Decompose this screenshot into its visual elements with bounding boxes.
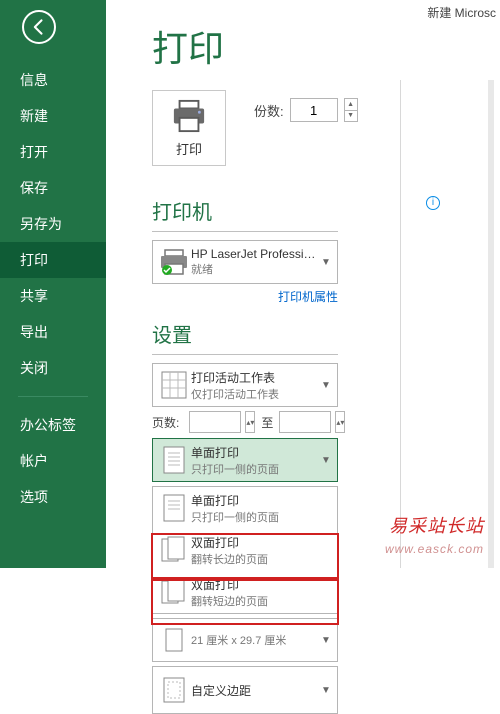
preview-divider (400, 80, 401, 568)
sidebar-item-new[interactable]: 新建 (0, 98, 106, 134)
divider (152, 231, 338, 232)
duplex-dropdown[interactable]: 单面打印 只打印一侧的页面 ▼ (152, 438, 338, 482)
paper-size-dropdown[interactable]: 21 厘米 x 29.7 厘米 ▼ (152, 618, 338, 662)
pages-row: 页数: ▴▾ 至 ▴▾ (152, 411, 500, 433)
chevron-down-icon: ▼ (321, 380, 333, 391)
main-panel: 打印 打印 份数: ▲ ▼ i 打印机 (106, 0, 500, 714)
sidebar-item-close[interactable]: 关闭 (0, 350, 106, 386)
printer-section-title: 打印机 (152, 196, 500, 225)
chevron-down-icon: ▼ (321, 635, 333, 646)
divider (152, 354, 338, 355)
paper-size-text: 21 厘米 x 29.7 厘米 (191, 632, 321, 648)
sidebar-item-open[interactable]: 打开 (0, 134, 106, 170)
printer-properties-link[interactable]: 打印机属性 (152, 288, 338, 305)
spinner-up-icon[interactable]: ▲ (345, 99, 357, 111)
print-button[interactable]: 打印 (152, 90, 226, 166)
duplex-option-single[interactable]: 单面打印 只打印一侧的页面 (153, 487, 337, 529)
document-name: 新建 Microsc (427, 4, 496, 21)
option-title: 双面打印 (191, 576, 333, 593)
duplex-option-list: 单面打印 只打印一侧的页面 双面打印 翻转长边的页面 双面打印 翻转短边的页面 (152, 486, 338, 614)
worksheet-icon (157, 368, 191, 402)
page-title: 打印 (152, 20, 500, 72)
sidebar-item-save[interactable]: 保存 (0, 170, 106, 206)
chevron-down-icon: ▼ (321, 455, 333, 466)
duplex-option-short[interactable]: 双面打印 翻转短边的页面 (153, 571, 337, 613)
settings-section-title: 设置 (152, 319, 500, 348)
copies-spinner[interactable]: ▲ ▼ (344, 98, 358, 122)
sidebar-item-export[interactable]: 导出 (0, 314, 106, 350)
print-what-sub: 仅打印活动工作表 (191, 386, 321, 402)
back-arrow-icon (29, 17, 49, 37)
spinner-icon[interactable]: ▴▾ (335, 411, 345, 433)
sidebar-item-info[interactable]: 信息 (0, 62, 106, 98)
copies-label: 份数: (254, 101, 284, 120)
sidebar-item-print[interactable]: 打印 (0, 242, 106, 278)
info-icon[interactable]: i (426, 196, 440, 210)
sidebar-item-tag[interactable]: 办公标签 (0, 407, 106, 443)
margins-dropdown[interactable]: 自定义边距 ▼ (152, 666, 338, 714)
page-duplex-short-icon (157, 575, 191, 609)
copies-row: 份数: ▲ ▼ (254, 98, 358, 122)
paper-icon (157, 623, 191, 657)
spinner-down-icon[interactable]: ▼ (345, 111, 357, 122)
sidebar-item-share[interactable]: 共享 (0, 278, 106, 314)
printer-dropdown[interactable]: HP LaserJet Profession... 就绪 ▼ (152, 240, 338, 284)
page-to-input[interactable] (279, 411, 331, 433)
print-what-dropdown[interactable]: 打印活动工作表 仅打印活动工作表 ▼ (152, 363, 338, 407)
to-label: 至 (259, 414, 275, 431)
printer-icon (170, 99, 208, 133)
page-single-icon (157, 443, 191, 477)
chevron-down-icon: ▼ (321, 257, 333, 268)
pages-label: 页数: (152, 414, 185, 431)
page-single-icon (157, 491, 191, 525)
option-title: 双面打印 (191, 534, 333, 551)
option-title: 单面打印 (191, 492, 333, 509)
duplex-title: 单面打印 (191, 444, 321, 461)
sidebar-item-saveas[interactable]: 另存为 (0, 206, 106, 242)
chevron-down-icon: ▼ (321, 685, 333, 696)
print-what-title: 打印活动工作表 (191, 369, 321, 386)
option-sub: 翻转长边的页面 (191, 551, 333, 567)
page-from-input[interactable] (189, 411, 241, 433)
printer-name: HP LaserJet Profession... (191, 247, 321, 261)
duplex-option-long[interactable]: 双面打印 翻转长边的页面 (153, 529, 337, 571)
sidebar-divider (18, 396, 88, 397)
sidebar-item-options[interactable]: 选项 (0, 479, 106, 515)
scrollbar[interactable] (488, 80, 494, 568)
printer-status-icon (157, 245, 191, 279)
print-button-label: 打印 (176, 139, 202, 158)
back-button[interactable] (22, 10, 56, 44)
margins-icon (157, 673, 191, 707)
copies-input[interactable] (290, 98, 338, 122)
sidebar-item-account[interactable]: 帐户 (0, 443, 106, 479)
printer-status: 就绪 (191, 261, 321, 277)
spinner-icon[interactable]: ▴▾ (245, 411, 255, 433)
option-sub: 翻转短边的页面 (191, 593, 333, 609)
option-sub: 只打印一侧的页面 (191, 509, 333, 525)
page-duplex-long-icon (157, 533, 191, 567)
duplex-sub: 只打印一侧的页面 (191, 461, 321, 477)
margins-text: 自定义边距 (191, 682, 321, 699)
sidebar: 信息 新建 打开 保存 另存为 打印 共享 导出 关闭 办公标签 帐户 选项 (0, 0, 106, 568)
